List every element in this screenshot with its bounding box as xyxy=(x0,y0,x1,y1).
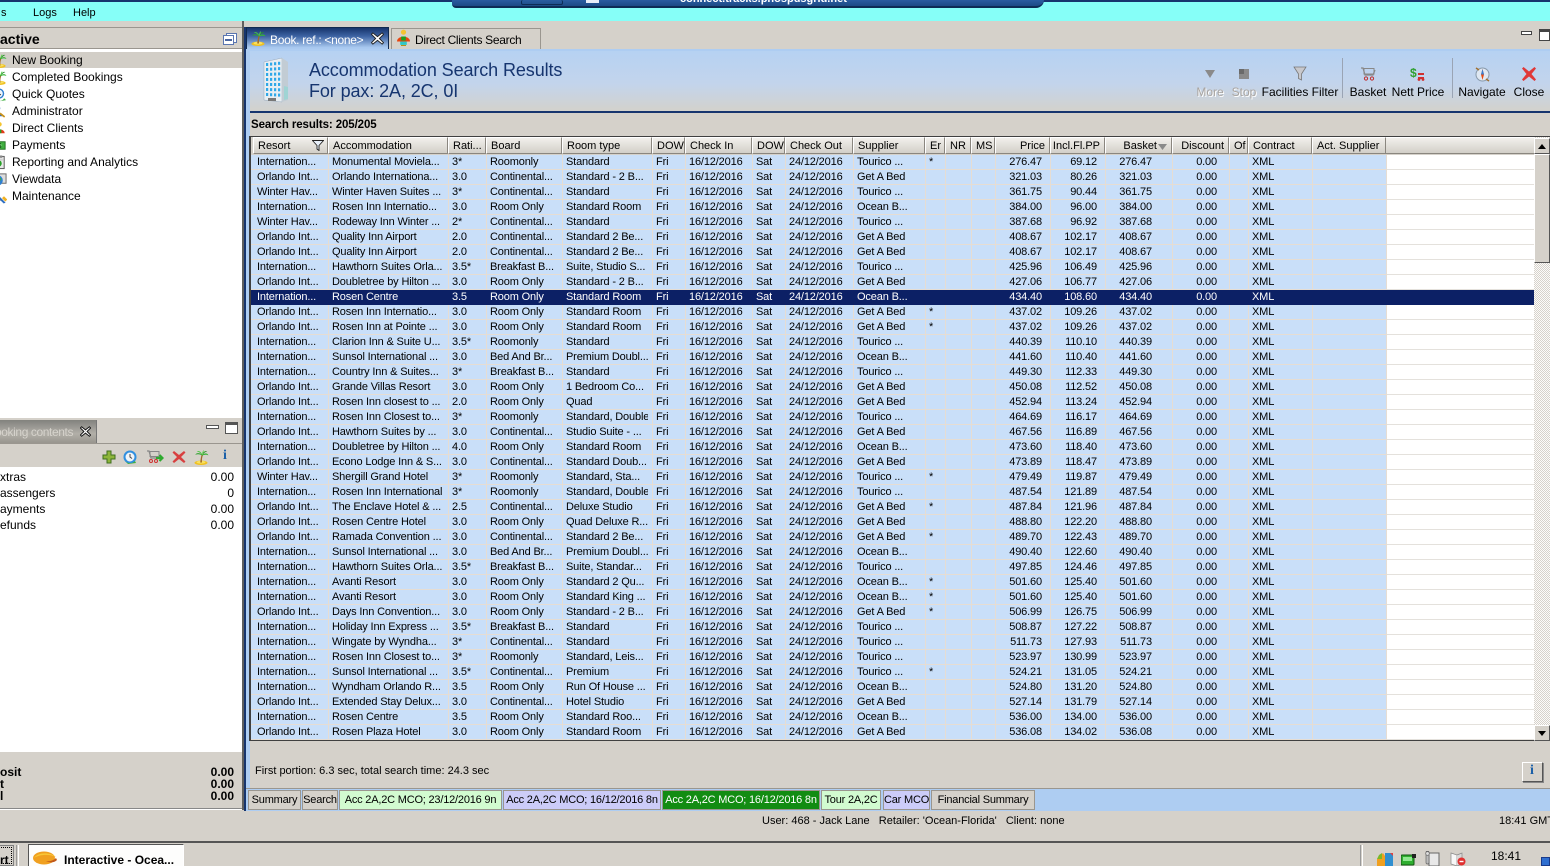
svg-text:$: $ xyxy=(1410,66,1417,80)
